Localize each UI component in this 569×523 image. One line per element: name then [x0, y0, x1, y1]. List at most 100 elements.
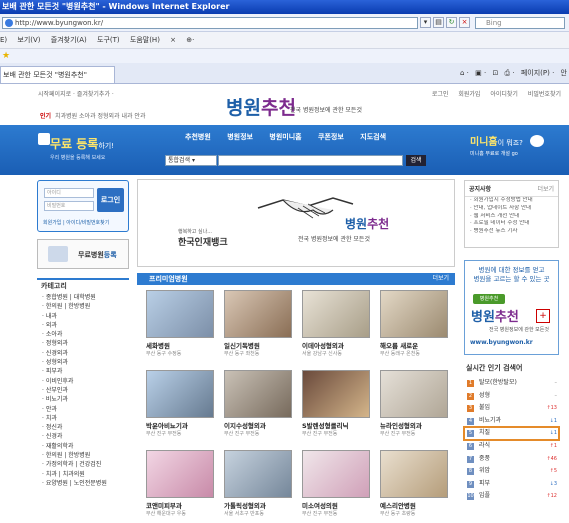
category-item[interactable]: · 요양병원 | 노인전문병원	[42, 479, 130, 488]
menu-item-favorites[interactable]: 즐겨찾기(A)	[51, 36, 87, 44]
refresh-icon[interactable]: ↻	[446, 17, 457, 28]
category-item[interactable]: · 재활의학과	[42, 442, 130, 451]
join-link[interactable]: 회원가입	[458, 91, 480, 98]
category-item[interactable]: · 성형외과	[42, 358, 130, 367]
id-field[interactable]: 아이디	[44, 188, 94, 198]
hospital-card[interactable]: 가톨릭성형외과 서울 서초구 반포동	[224, 450, 294, 523]
free-register-banner[interactable]: 무료 등록하기! 우리 병원을 등록해 보세요	[50, 135, 114, 161]
side-ad-banner[interactable]: 병원에 대한 정보를 얻고 병원을 고르는 할 수 있는 곳 병원추천 병원추천 …	[464, 260, 559, 355]
hospital-card[interactable]: 코앤미피부과 부산 해운대구 우동	[146, 450, 216, 523]
category-item[interactable]: · 피부과	[42, 367, 130, 376]
notice-item[interactable]: · 병원추천 뉴스 기사	[465, 228, 558, 236]
category-item[interactable]: · 안과	[42, 405, 130, 414]
category-item[interactable]: · 내과	[42, 312, 130, 321]
hospital-photo[interactable]	[224, 450, 292, 498]
category-item[interactable]: · 소아과	[42, 330, 130, 339]
print-icon[interactable]: ⎙ ·	[505, 69, 515, 77]
ranking-item[interactable]: 5 치질 ↓1	[463, 426, 560, 441]
category-item[interactable]: · 정신과	[42, 423, 130, 432]
hospital-card[interactable]: 이지수성형외과 부산 진구 부전동	[224, 370, 294, 450]
ranking-item[interactable]: 7 중풍 ↑46	[464, 453, 559, 466]
hospital-photo[interactable]	[146, 450, 214, 498]
nav-minihome[interactable]: 병원미니홈	[269, 133, 301, 141]
hospital-card[interactable]: 박윤아비뇨기과 부산 진구 부전동	[146, 370, 216, 450]
hospital-card[interactable]: 일신기독병원 부산 동구 좌천동	[224, 290, 294, 370]
hospital-name[interactable]: 해오름 새로운	[380, 340, 450, 350]
hospital-photo[interactable]	[146, 290, 214, 338]
hospital-card[interactable]: 뉴라인성형외과 부산 진구 부전동	[380, 370, 450, 450]
hospital-card[interactable]: 미소여성의원 부산 진구 부전동	[302, 450, 372, 523]
ranking-item[interactable]: 4 비뇨기과 ↓1	[464, 415, 559, 428]
home-icon[interactable]: ⌂ ·	[460, 69, 469, 77]
search-button[interactable]: 검색	[406, 155, 426, 166]
hospital-name[interactable]: 뉴라인성형외과	[380, 420, 450, 430]
top-links-left[interactable]: 시작페이지로 · 즐겨찾기추가 ·	[38, 89, 114, 98]
free-hospital-register[interactable]: 무료병원등록	[37, 239, 129, 269]
favorites-star-icon[interactable]: ★	[2, 51, 10, 61]
addon-icon[interactable]: ⊕·	[186, 36, 194, 44]
hospital-photo[interactable]	[224, 370, 292, 418]
safety-menu[interactable]: 안	[561, 69, 567, 77]
menu-item-view[interactable]: 보기(V)	[17, 36, 40, 44]
find-id-link[interactable]: 아이디찾기	[490, 91, 518, 98]
ranking-item[interactable]: 3 불임 ↑13	[464, 402, 559, 415]
notice-item[interactable]: · 안내, 업데이트 사항 안내	[465, 205, 558, 213]
hospital-card[interactable]: S발렌성형클리닉 부산 진구 부전동	[302, 370, 372, 450]
hospital-name[interactable]: 코앤미피부과	[146, 500, 216, 510]
hospital-name[interactable]: 미소여성의원	[302, 500, 372, 510]
category-item[interactable]: · 한의원 | 한방병원	[42, 451, 130, 460]
menu-item-help[interactable]: 도움말(H)	[130, 36, 160, 44]
notice-item[interactable]: · 프로필 데이터 수정 안내	[465, 220, 558, 228]
login-links[interactable]: 회원가입 | 아이디/비밀번호찾기	[43, 219, 109, 226]
hospital-photo[interactable]	[302, 370, 370, 418]
hospital-name[interactable]: 세화병원	[146, 340, 216, 350]
nav-hospital-info[interactable]: 병원정보	[227, 133, 253, 141]
page-menu[interactable]: 페이지(P) ·	[521, 69, 554, 77]
hospital-name[interactable]: 박윤아비뇨기과	[146, 420, 216, 430]
category-item[interactable]: · 산부인과	[42, 386, 130, 395]
category-item[interactable]: · 가정의학과 | 건강검진	[42, 460, 130, 469]
ranking-item[interactable]: 10 임플 ↑12	[464, 490, 559, 503]
search-input[interactable]: Bing	[475, 17, 565, 29]
site-logo[interactable]: 병원추천	[226, 93, 296, 120]
address-field[interactable]: http://www.byungwon.kr/	[2, 17, 418, 29]
menu-item-tools[interactable]: 도구(T)	[97, 36, 120, 44]
hospital-card[interactable]: 세화병원 부산 동구 수정동	[146, 290, 216, 370]
notice-item[interactable]: · 회원가입시 수정방법 안내	[465, 197, 558, 205]
compat-icon[interactable]: ▤	[433, 17, 444, 28]
login-link[interactable]: 로그인	[432, 91, 449, 98]
main-search-input[interactable]	[218, 155, 403, 166]
close-toolbar-icon[interactable]: ×	[170, 36, 176, 44]
category-item[interactable]: · 한의원 | 한방병원	[42, 302, 130, 311]
popular-links[interactable]: 치과병원 소아과 정형외과 내과 안과	[55, 113, 145, 120]
password-field[interactable]: 비밀번호	[44, 201, 94, 211]
hospital-card[interactable]: 예스리안병원 부산 동구 초량동	[380, 450, 450, 523]
hospital-name[interactable]: 가톨릭성형외과	[224, 500, 294, 510]
stop-icon[interactable]: ×	[459, 17, 470, 28]
notice-more-link[interactable]: 더보기	[537, 184, 554, 193]
category-item[interactable]: · 외과	[42, 321, 130, 330]
nav-map[interactable]: 지도검색	[360, 133, 386, 141]
ranking-item[interactable]: 9 피부 ↓3	[464, 478, 559, 491]
main-ad-banner[interactable]: 행복하고 싶나... 한국인재뱅크 병원추천 전국 병원정보에 관한 모든것	[137, 179, 455, 267]
category-item[interactable]: · 이비인후과	[42, 377, 130, 386]
feeds-icon[interactable]: ▣ ·	[475, 69, 486, 77]
category-item[interactable]: · 치과	[42, 414, 130, 423]
ranking-item[interactable]: 6 라식 ↑1	[464, 440, 559, 453]
hospital-photo[interactable]	[224, 290, 292, 338]
hospital-photo[interactable]	[380, 290, 448, 338]
hospital-photo[interactable]	[380, 370, 448, 418]
dropdown-icon[interactable]: ▾	[420, 17, 431, 28]
hospital-photo[interactable]	[380, 450, 448, 498]
hospital-name[interactable]: S발렌성형클리닉	[302, 420, 372, 430]
login-button[interactable]: 로그인	[97, 188, 124, 212]
minihome-banner[interactable]: 미니홈이 뭐죠? 미니홈 무료로 개설 go	[470, 133, 523, 157]
premium-more-link[interactable]: 더보기	[432, 273, 449, 285]
hospital-card[interactable]: 이데아성형외과 서울 강남구 신사동	[302, 290, 372, 370]
hospital-photo[interactable]	[302, 450, 370, 498]
find-pw-link[interactable]: 비밀번호찾기	[528, 91, 561, 98]
category-item[interactable]: · 치과 | 치과의원	[42, 470, 130, 479]
hospital-card[interactable]: 해오름 새로운 부산 동래구 온천동	[380, 290, 450, 370]
category-item[interactable]: · 종합병원 | 대학병원	[42, 293, 130, 302]
nav-coupon[interactable]: 쿠폰정보	[318, 133, 344, 141]
